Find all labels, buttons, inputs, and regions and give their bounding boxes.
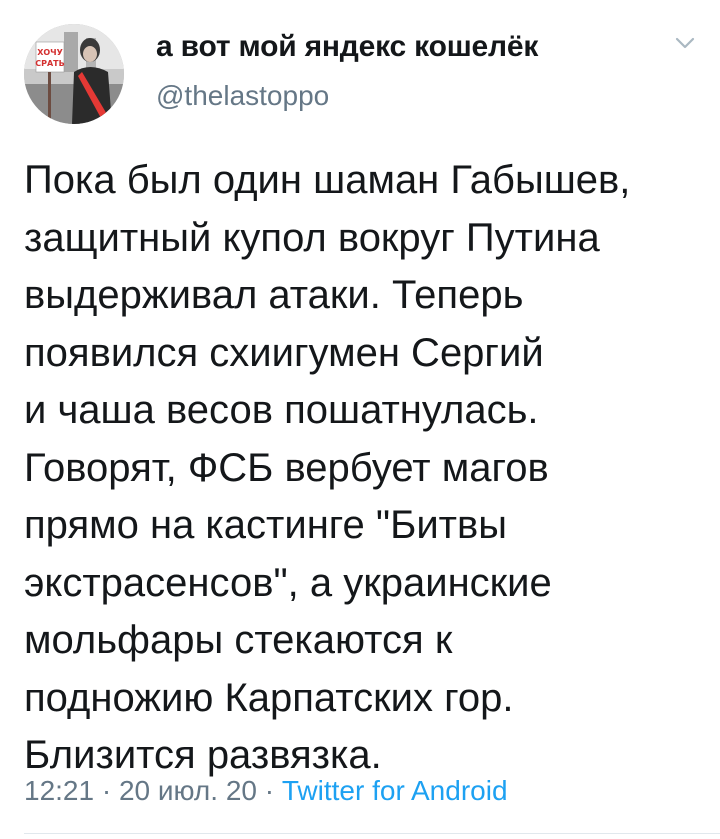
tweet-meta: 12:21 · 20 июл. 20 · Twitter for Android [24,775,508,807]
tweet-text-line: защитный купол вокруг Путина [24,215,600,260]
chevron-down-icon[interactable] [668,28,702,58]
tweet-text-line: экстрасенсов", а украинские [24,560,552,605]
user-handle[interactable]: @thelastoppo [156,80,329,112]
divider [24,833,720,834]
meta-separator: · [256,775,282,806]
svg-text:СРАТЬ: СРАТЬ [35,59,64,68]
tweet-text-line: прямо на кастинге "Битвы [24,503,507,547]
tweet-source-link[interactable]: Twitter for Android [282,775,508,806]
avatar[interactable]: ХОЧУ СРАТЬ [24,24,124,124]
tweet-text: Пока был один шаман Габышев, защитный ку… [24,152,704,785]
svg-text:ХОЧУ: ХОЧУ [37,48,63,57]
tweet-text-line: и чаша весов пошатнулась. [24,388,539,432]
tweet-text-line: подножию Карпатских гор. [24,675,514,720]
display-name[interactable]: а вот мой яндекс кошелёк [156,30,538,64]
avatar-photo: ХОЧУ СРАТЬ [24,24,124,124]
tweet-text-line: выдерживал атаки. Теперь [24,273,524,317]
tweet-text-line: мольфары стекаются к [24,618,453,662]
tweet-text-line: появился схиигумен Сергий [24,330,544,375]
meta-separator: · [94,775,119,806]
tweet-text-line: Говорят, ФСБ вербует магов [24,445,549,490]
tweet-card: ХОЧУ СРАТЬ а вот мой яндекс кошелёк @the… [0,0,720,839]
tweet-time[interactable]: 12:21 [24,775,94,806]
tweet-text-line: Пока был один шаман Габышев, [24,158,631,202]
tweet-date[interactable]: 20 июл. 20 [119,775,257,806]
